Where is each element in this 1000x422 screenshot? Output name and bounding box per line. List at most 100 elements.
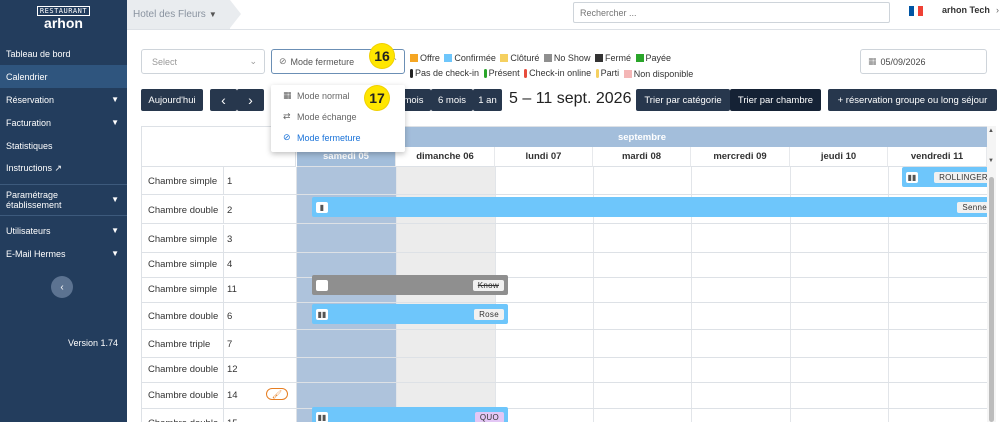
ban-icon: ⊘: [283, 132, 291, 142]
menu-item-mode-fermeture[interactable]: ⊘ Mode fermeture: [271, 127, 405, 148]
chevron-down-icon: ▼: [111, 95, 119, 104]
search-input[interactable]: [573, 2, 890, 23]
room-row[interactable]: Chambre simple 1: [142, 167, 987, 195]
legend-present: Présent: [483, 66, 520, 80]
guest-icon: ▮▮: [316, 411, 328, 422]
day-header-wed-09: mercredi 09: [691, 147, 790, 167]
room-type: Chambre double: [148, 310, 219, 322]
logo-badge: RESTAURANT: [36, 5, 91, 16]
room-row[interactable]: Chambre double 6: [142, 302, 987, 330]
version-label: Version 1.74: [67, 338, 118, 348]
legend-offre: Offre: [410, 51, 440, 65]
booking-know[interactable]: Know: [312, 275, 508, 295]
booking-quo[interactable]: ▮▮ QUO: [312, 407, 508, 422]
room-type: Chambre simple: [148, 175, 218, 187]
menu-item-label: Mode échange: [297, 111, 357, 122]
collapse-sidebar-button[interactable]: ‹: [51, 276, 73, 298]
room-type: Chambre triple: [148, 338, 211, 350]
room-row[interactable]: Chambre double 12: [142, 355, 987, 383]
scroll-down-icon[interactable]: ▼: [988, 158, 994, 164]
week-title: 5 – 11 sept. 2026: [509, 90, 632, 107]
ban-icon: ⊘: [279, 56, 287, 66]
day-header-mon-07: lundi 07: [495, 147, 593, 167]
sidebar-item-utilisateurs[interactable]: Utilisateurs ▼: [0, 219, 127, 242]
room-row[interactable]: Chambre simple 3: [142, 225, 987, 253]
sidebar-item-email-hermes[interactable]: E-Mail Hermes ▼: [0, 242, 127, 265]
mode-current-value: Mode fermeture: [290, 56, 355, 67]
room-row[interactable]: Chambre simple 11: [142, 275, 987, 303]
date-value: 05/09/2026: [880, 56, 926, 67]
sidebar-item-label: Calendrier: [6, 71, 48, 82]
chevron-right-icon[interactable]: ›: [996, 5, 999, 15]
sidebar-item-parametrage[interactable]: Paramétrage établissement ▼: [0, 188, 127, 211]
room-number: 4: [223, 250, 296, 278]
room-type: Chambre simple: [148, 258, 218, 270]
legend-checkin-online: Check-in online: [524, 66, 591, 80]
room-row[interactable]: Chambre double 15: [142, 409, 987, 422]
today-button[interactable]: Aujourd'hui: [141, 89, 203, 111]
sort-by-category-button[interactable]: Trier par catégorie: [636, 89, 730, 111]
booking-label: QUO: [474, 411, 504, 422]
sidebar: RESTAURANT arhon Tableau de bord Calendr…: [0, 0, 127, 422]
menu-item-label: Mode fermeture: [297, 132, 361, 143]
legend-noshow: No Show: [543, 51, 590, 65]
hotel-selector[interactable]: Hotel des Fleurs ▼: [127, 0, 241, 29]
legend-payee: Payée: [635, 51, 671, 65]
user-name[interactable]: arhon Tech: [942, 5, 990, 15]
booking-rose[interactable]: ▮▮ Rose: [312, 304, 508, 324]
room-number: 15: [223, 409, 296, 422]
sidebar-item-reservation[interactable]: Réservation ▼: [0, 88, 127, 111]
room-number: 3: [223, 225, 296, 253]
legend-cloture: Clôturé: [500, 51, 539, 65]
select-placeholder: Select: [152, 56, 178, 67]
menu-item-mode-echange[interactable]: ⇄ Mode échange: [271, 106, 405, 127]
sidebar-item-tableau-de-bord[interactable]: Tableau de bord: [0, 42, 127, 65]
logo[interactable]: RESTAURANT arhon: [0, 0, 127, 36]
category-select[interactable]: Select ⌄: [141, 49, 265, 74]
sidebar-divider: [0, 215, 127, 216]
chevron-down-icon: ⌄: [249, 56, 257, 66]
paintbrush-icon[interactable]: 🖌: [266, 388, 288, 400]
scroll-up-icon[interactable]: ▲: [988, 128, 994, 134]
sidebar-item-calendrier[interactable]: Calendrier: [0, 65, 127, 88]
day-header-tue-08: mardi 08: [593, 147, 691, 167]
booking-label: Know: [472, 279, 504, 291]
topbar: Hotel des Fleurs ▼ arhon Tech ›: [127, 0, 1000, 30]
status-legend: Offre Confirmée Clôturé No Show Fermé Pa…: [410, 51, 730, 82]
sort-by-room-button[interactable]: Trier par chambre: [730, 89, 821, 111]
sidebar-item-label: Statistiques: [6, 140, 53, 151]
room-type: Chambre double: [148, 204, 219, 216]
legend-non-disponible: Non disponible: [623, 67, 693, 81]
legend-parti: Parti: [595, 66, 619, 80]
chevron-left-icon: ‹: [60, 281, 64, 293]
booking-senne[interactable]: ▮ Senne: [312, 197, 995, 217]
room-row[interactable]: Chambre triple 7: [142, 330, 987, 358]
scrollbar-thumb[interactable]: [989, 177, 994, 422]
external-link-icon: ↗: [54, 163, 63, 173]
booking-rollinger[interactable]: ▮▮ ROLLINGER: [902, 167, 995, 187]
sidebar-item-facturation[interactable]: Facturation ▼: [0, 111, 127, 134]
chevron-down-icon: ▼: [111, 226, 119, 235]
room-type: Chambre double: [148, 389, 219, 401]
sidebar-item-instructions[interactable]: Instructions ↗: [0, 157, 127, 180]
room-row[interactable]: Chambre simple 4: [142, 250, 987, 278]
next-week-button[interactable]: ›: [237, 89, 264, 111]
range-1-year-button[interactable]: 1 an: [473, 89, 502, 111]
menu-item-label: Mode normal: [297, 90, 350, 101]
day-header-sun-06: dimanche 06: [396, 147, 495, 167]
range-6-months-button[interactable]: 6 mois: [431, 89, 473, 111]
caret-down-icon: ▼: [208, 10, 217, 19]
date-picker[interactable]: ▦ 05/09/2026: [860, 49, 987, 74]
french-flag-icon[interactable]: [909, 6, 924, 16]
room-number: 1: [223, 167, 296, 195]
booking-label: ROLLINGER: [934, 171, 993, 183]
room-number: 2: [223, 196, 296, 224]
sidebar-item-statistiques[interactable]: Statistiques: [0, 134, 127, 157]
annotation-badge-16: 16: [370, 44, 394, 68]
sidebar-item-label: Réservation: [6, 94, 55, 105]
swap-icon: ⇄: [283, 111, 291, 121]
prev-week-button[interactable]: ‹: [210, 89, 237, 111]
day-header-thu-10: jeudi 10: [790, 147, 888, 167]
group-booking-button[interactable]: + réservation groupe ou long séjour: [828, 89, 997, 111]
calendar-icon: ▦: [868, 56, 877, 66]
